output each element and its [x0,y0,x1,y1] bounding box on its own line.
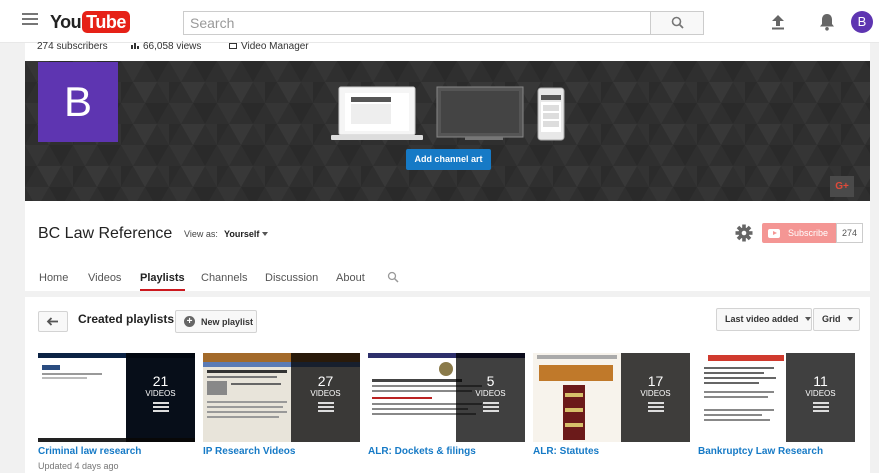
masthead: YouTube B [0,0,879,43]
playlist-card: 11 VIDEOS Bankruptcy Law Research [698,353,855,457]
playlist-thumbnail[interactable]: 17 VIDEOS [533,353,690,442]
playlist-thumbnail[interactable]: 11 VIDEOS [698,353,855,442]
playlist-icon [812,402,829,412]
view-as-dropdown[interactable]: Yourself [224,229,269,239]
playlist-title[interactable]: Criminal law research [38,446,195,457]
playlist-updated: Updated 4 days ago [38,461,119,471]
channel-art-pattern [25,61,870,201]
caret-down-icon [262,232,269,236]
gear-icon[interactable] [735,224,753,242]
menu-icon[interactable] [22,13,38,29]
views-stat: 66,058 views [131,42,201,52]
playlist-thumbnail[interactable]: 21 VIDEOS [38,353,195,442]
laptop-device-icon [331,86,423,140]
playlist-title[interactable]: Bankruptcy Law Research [698,446,855,457]
add-channel-art-button[interactable]: Add channel art [406,149,491,170]
playlist-thumbnail[interactable]: 27 VIDEOS [203,353,360,442]
channel-stats-bar: 274 subscribers 66,058 views Video Manag… [25,41,870,61]
caret-down-icon [846,317,853,321]
youtube-play-icon [768,228,780,238]
caret-down-icon [804,317,811,321]
phone-device-icon [537,87,565,141]
playlist-card: 17 VIDEOS ALR: Statutes [533,353,690,457]
google-plus-icon[interactable]: G+ [830,176,854,197]
video-count-overlay: 27 VIDEOS [291,353,360,442]
tab-discussion[interactable]: Discussion [265,272,318,291]
playlist-card: 27 VIDEOS IP Research Videos [203,353,360,457]
sort-dropdown[interactable]: Last video added [716,308,812,331]
playlist-title[interactable]: ALR: Statutes [533,446,690,457]
channel-avatar[interactable]: B [38,62,118,142]
video-manager-icon [229,43,237,49]
playlist-thumbnail[interactable]: 5 VIDEOS [368,353,525,442]
search-icon[interactable] [387,271,399,283]
upload-icon[interactable] [769,13,787,31]
playlist-icon [647,402,664,412]
view-as-label: View as: [184,229,218,239]
subscribe-button[interactable]: Subscribe 274 [762,223,864,243]
search-input[interactable] [183,11,651,35]
playlist-icon [482,402,499,412]
playlist-title[interactable]: IP Research Videos [203,446,360,457]
tab-playlists[interactable]: Playlists [140,272,185,291]
video-count-overlay: 21 VIDEOS [126,353,195,442]
bar-chart-icon [131,43,139,49]
video-count-overlay: 5 VIDEOS [456,353,525,442]
playlist-card: 21 VIDEOS Criminal law research Updated … [38,353,195,471]
subscriber-stat: 274 subscribers [37,41,108,52]
channel-art-banner [25,61,870,201]
view-mode-dropdown[interactable]: Grid [813,308,860,331]
tab-about[interactable]: About [336,272,365,291]
video-count-overlay: 11 VIDEOS [786,353,855,442]
account-avatar[interactable]: B [851,11,873,33]
tab-videos[interactable]: Videos [88,272,121,291]
video-manager-link[interactable]: Video Manager [229,42,309,52]
search-button[interactable] [650,11,704,35]
playlist-card: 5 VIDEOS ALR: Dockets & filings [368,353,525,457]
tab-channels[interactable]: Channels [201,272,247,291]
notifications-bell-icon[interactable] [818,12,836,32]
tv-device-icon [436,86,524,140]
new-playlist-button[interactable]: + New playlist [175,310,257,333]
subscriber-count: 274 [836,223,864,243]
youtube-logo[interactable]: You Tube [50,11,130,33]
plus-icon: + [184,316,195,327]
tab-home[interactable]: Home [39,272,68,291]
channel-tabs: Home Videos Playlists Channels Discussio… [25,267,870,291]
playlist-title[interactable]: ALR: Dockets & filings [368,446,525,457]
back-button[interactable] [38,311,68,332]
playlist-icon [152,402,169,412]
playlist-icon [317,402,334,412]
search-icon [671,16,684,29]
back-arrow-icon [46,317,58,326]
channel-title[interactable]: BC Law Reference [38,225,172,243]
video-count-overlay: 17 VIDEOS [621,353,690,442]
section-title: Created playlists [78,312,175,326]
